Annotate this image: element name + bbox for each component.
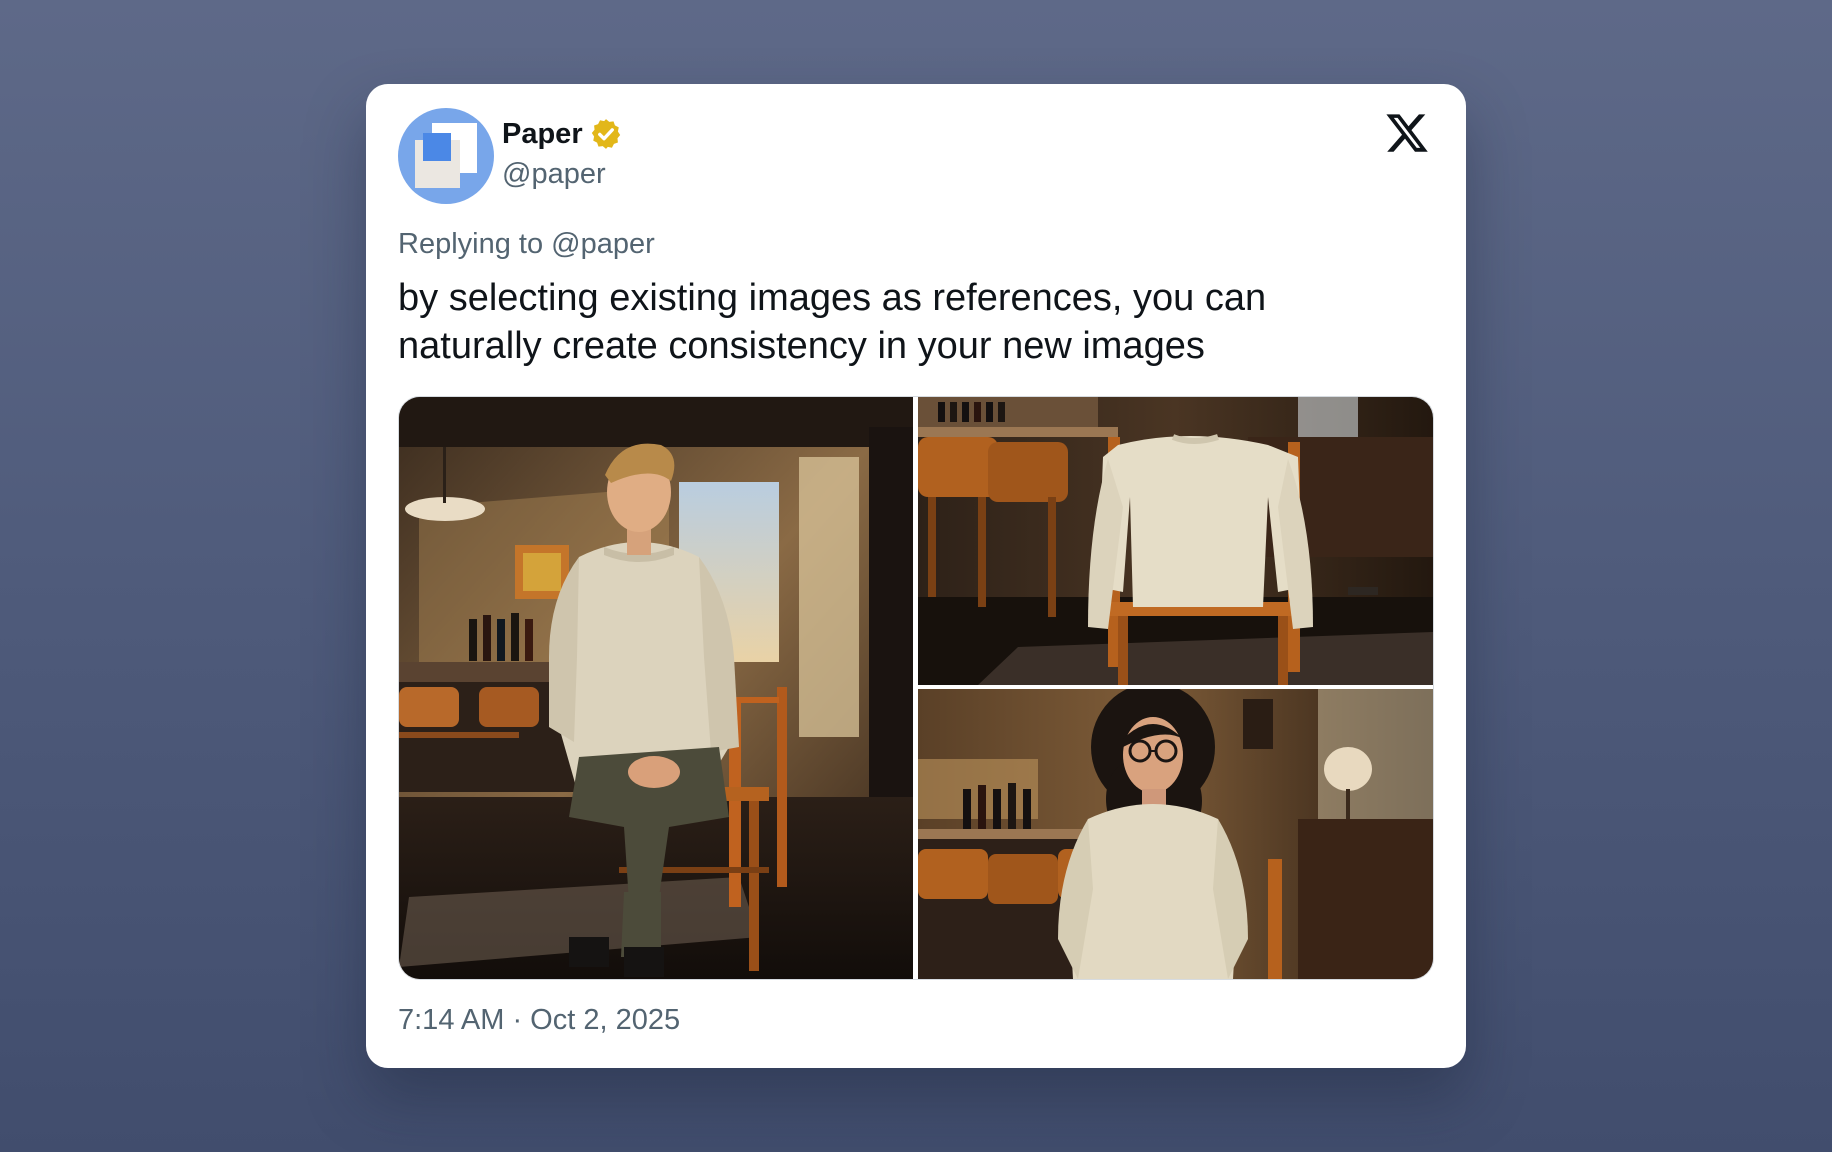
avatar-logo-shape-accent <box>423 133 451 161</box>
photo-man-on-stool[interactable] <box>399 397 913 979</box>
display-name[interactable]: Paper <box>502 118 583 151</box>
tweet-card: Paper @paper Replying to @paper by selec… <box>366 84 1466 1068</box>
media-grid <box>398 396 1434 980</box>
tweet-timestamp[interactable]: 7:14 AM · Oct 2, 2025 <box>398 1004 680 1037</box>
tweet-text: by selecting existing images as referenc… <box>398 277 1267 367</box>
account-name-row: Paper <box>502 114 623 154</box>
replying-to[interactable]: Replying to @paper <box>398 228 655 261</box>
account-handle[interactable]: @paper <box>502 158 606 191</box>
avatar[interactable] <box>398 108 494 204</box>
verified-badge-icon <box>589 117 623 151</box>
photo-woman-with-glasses[interactable] <box>918 689 1433 979</box>
x-logo-icon[interactable] <box>1384 110 1430 156</box>
photo-sweater-on-chair[interactable] <box>918 397 1433 685</box>
